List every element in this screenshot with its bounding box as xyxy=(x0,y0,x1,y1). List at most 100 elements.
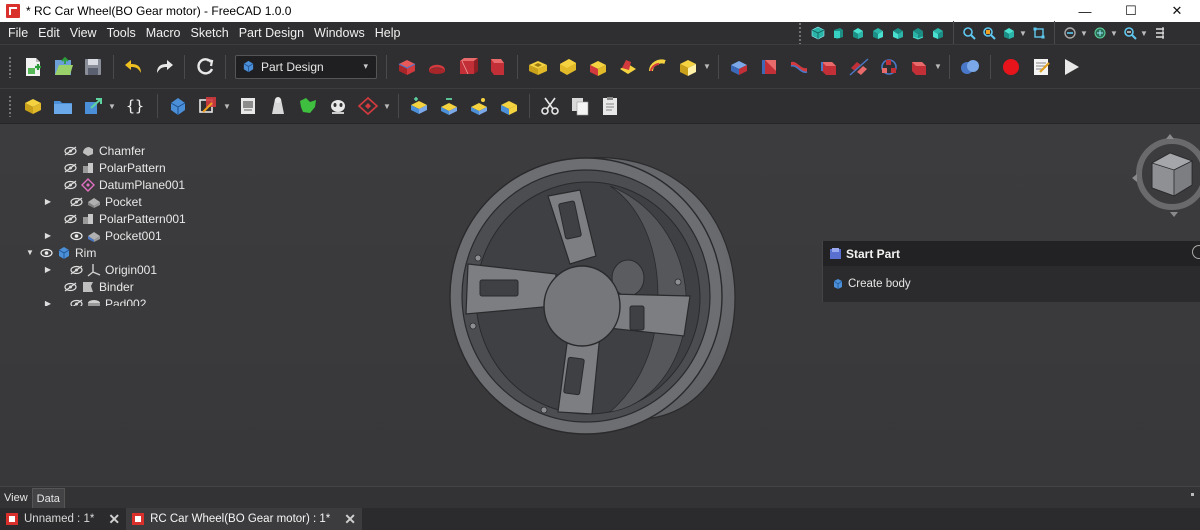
menu-view[interactable]: View xyxy=(65,22,102,44)
tree-item-chamfer[interactable]: Chamfer xyxy=(48,142,145,159)
wheel-model[interactable] xyxy=(440,146,760,446)
revolution-icon[interactable] xyxy=(424,54,450,80)
open-document-icon[interactable] xyxy=(50,54,76,80)
chevron-down-icon[interactable]: ▼ xyxy=(1019,20,1027,46)
menu-macro[interactable]: Macro xyxy=(141,22,186,44)
fit-selection-icon[interactable] xyxy=(981,25,997,41)
pad-pocket-block-icon[interactable] xyxy=(406,93,432,119)
view-isometric-icon[interactable] xyxy=(810,25,826,41)
tree-expander[interactable] xyxy=(48,213,60,225)
doc-tab-unnamed[interactable]: Unnamed : 1* ✕ xyxy=(0,508,126,530)
tree-expander[interactable]: ▶ xyxy=(42,264,54,276)
view-bottom-icon[interactable] xyxy=(910,25,926,41)
hole-icon[interactable] xyxy=(555,54,581,80)
resize-handle[interactable] xyxy=(1191,493,1194,496)
toolbar-grip[interactable] xyxy=(8,95,12,117)
workbench-selector[interactable]: Part Design ▾ xyxy=(235,54,377,79)
chevron-down-icon[interactable]: ▼ xyxy=(383,93,391,119)
view-front-icon[interactable] xyxy=(830,25,846,41)
menu-help[interactable]: Help xyxy=(370,22,406,44)
shape-binder-icon[interactable] xyxy=(265,93,291,119)
visibility-hidden-icon[interactable] xyxy=(62,162,78,174)
chevron-down-icon[interactable]: ▼ xyxy=(934,54,942,80)
visibility-shown-icon[interactable] xyxy=(68,230,84,242)
menu-tools[interactable]: Tools xyxy=(102,22,141,44)
subtractive-loft-icon[interactable] xyxy=(615,54,641,80)
subtractive-primitive-icon[interactable] xyxy=(675,54,701,80)
tree-item-pocket[interactable]: ▶ Pocket xyxy=(42,193,142,210)
visibility-hidden-icon[interactable] xyxy=(62,145,78,157)
visibility-hidden-icon[interactable] xyxy=(68,196,84,208)
tree-item-pad002[interactable]: ▶ Pad002 xyxy=(42,295,146,306)
tree-item-polarpattern[interactable]: PolarPattern xyxy=(48,159,166,176)
tree-expander[interactable] xyxy=(48,281,60,293)
tree-expander[interactable]: ▶ xyxy=(42,196,54,208)
visibility-shown-icon[interactable] xyxy=(38,247,54,259)
chamfer-icon[interactable] xyxy=(756,54,782,80)
visibility-hidden-icon[interactable] xyxy=(62,213,78,225)
chevron-down-icon[interactable]: ▼ xyxy=(108,93,116,119)
pocket-icon[interactable] xyxy=(525,54,551,80)
chevron-down-icon[interactable]: ▼ xyxy=(223,93,231,119)
tab-data[interactable]: Data xyxy=(31,488,65,508)
tree-expander[interactable] xyxy=(48,179,60,191)
view-rear-icon[interactable] xyxy=(890,25,906,41)
view-top-icon[interactable] xyxy=(850,25,866,41)
close-icon[interactable]: ✕ xyxy=(108,511,120,528)
tree-expander[interactable]: ▶ xyxy=(42,298,54,306)
tree-expander[interactable] xyxy=(48,162,60,174)
pad-icon[interactable] xyxy=(394,54,420,80)
toolbar-grip[interactable] xyxy=(798,22,802,44)
new-document-icon[interactable] xyxy=(20,54,46,80)
linear-pattern-icon[interactable] xyxy=(876,54,902,80)
thickness-icon[interactable] xyxy=(816,54,842,80)
doc-tab-rc-car-wheel[interactable]: RC Car Wheel(BO Gear motor) : 1* ✕ xyxy=(126,508,363,530)
menu-edit[interactable]: Edit xyxy=(33,22,65,44)
visibility-hidden-icon[interactable] xyxy=(68,264,84,276)
visibility-hidden-icon[interactable] xyxy=(68,298,84,306)
help-icon[interactable] xyxy=(1192,245,1200,259)
create-group-icon[interactable] xyxy=(50,93,76,119)
groove-icon[interactable] xyxy=(585,54,611,80)
tree-item-datumplane001[interactable]: DatumPlane001 xyxy=(48,176,185,193)
additive-loft-icon[interactable] xyxy=(454,54,480,80)
tree-item-origin001[interactable]: ▶ Origin001 xyxy=(42,261,157,278)
menu-file[interactable]: File xyxy=(0,22,33,44)
mirrored-icon[interactable] xyxy=(846,54,872,80)
chevron-down-icon[interactable]: ▼ xyxy=(1110,20,1118,46)
sweep-icon[interactable] xyxy=(466,93,492,119)
draw-style-icon[interactable] xyxy=(1001,25,1017,41)
fit-all-icon[interactable] xyxy=(961,25,977,41)
close-icon[interactable]: ✕ xyxy=(344,511,356,528)
navigation-cube[interactable] xyxy=(1130,130,1200,222)
subtractive-pipe-icon[interactable] xyxy=(645,54,671,80)
chevron-down-icon[interactable]: ▼ xyxy=(1140,20,1148,46)
close-button[interactable]: ✕ xyxy=(1154,0,1200,22)
refresh-icon[interactable] xyxy=(192,54,218,80)
3d-viewport[interactable]: Chamfer PolarPattern DatumPlane001 ▶ Poc… xyxy=(0,124,1200,486)
chevron-down-icon[interactable]: ▼ xyxy=(703,54,711,80)
chevron-down-icon[interactable]: ▼ xyxy=(1080,20,1088,46)
tree-expander[interactable]: ▶ xyxy=(42,230,54,242)
clone-icon[interactable] xyxy=(325,93,351,119)
create-sketch-icon[interactable] xyxy=(195,93,221,119)
menu-part-design[interactable]: Part Design xyxy=(234,22,309,44)
create-link-icon[interactable] xyxy=(80,93,106,119)
toolbar-grip[interactable] xyxy=(8,55,12,78)
zoom-icon[interactable] xyxy=(1122,25,1138,41)
task-panel-header[interactable]: Start Part xyxy=(823,241,1200,266)
minimize-button[interactable]: — xyxy=(1062,0,1108,22)
maximize-button[interactable]: ☐ xyxy=(1108,0,1154,22)
view-right-icon[interactable] xyxy=(870,25,886,41)
tree-item-pocket001[interactable]: ▶ Pocket001 xyxy=(42,227,162,244)
std-views-icon[interactable] xyxy=(1092,25,1108,41)
multi-transform-icon[interactable] xyxy=(906,54,932,80)
workbench-tools-icon[interactable] xyxy=(1152,25,1168,41)
visibility-hidden-icon[interactable] xyxy=(62,179,78,191)
view-left-icon[interactable] xyxy=(930,25,946,41)
undo-icon[interactable] xyxy=(121,54,147,80)
tree-expander[interactable]: ▼ xyxy=(24,247,36,259)
macros-icon[interactable] xyxy=(1028,54,1054,80)
additive-pipe-icon[interactable] xyxy=(484,54,510,80)
create-body-icon[interactable] xyxy=(165,93,191,119)
